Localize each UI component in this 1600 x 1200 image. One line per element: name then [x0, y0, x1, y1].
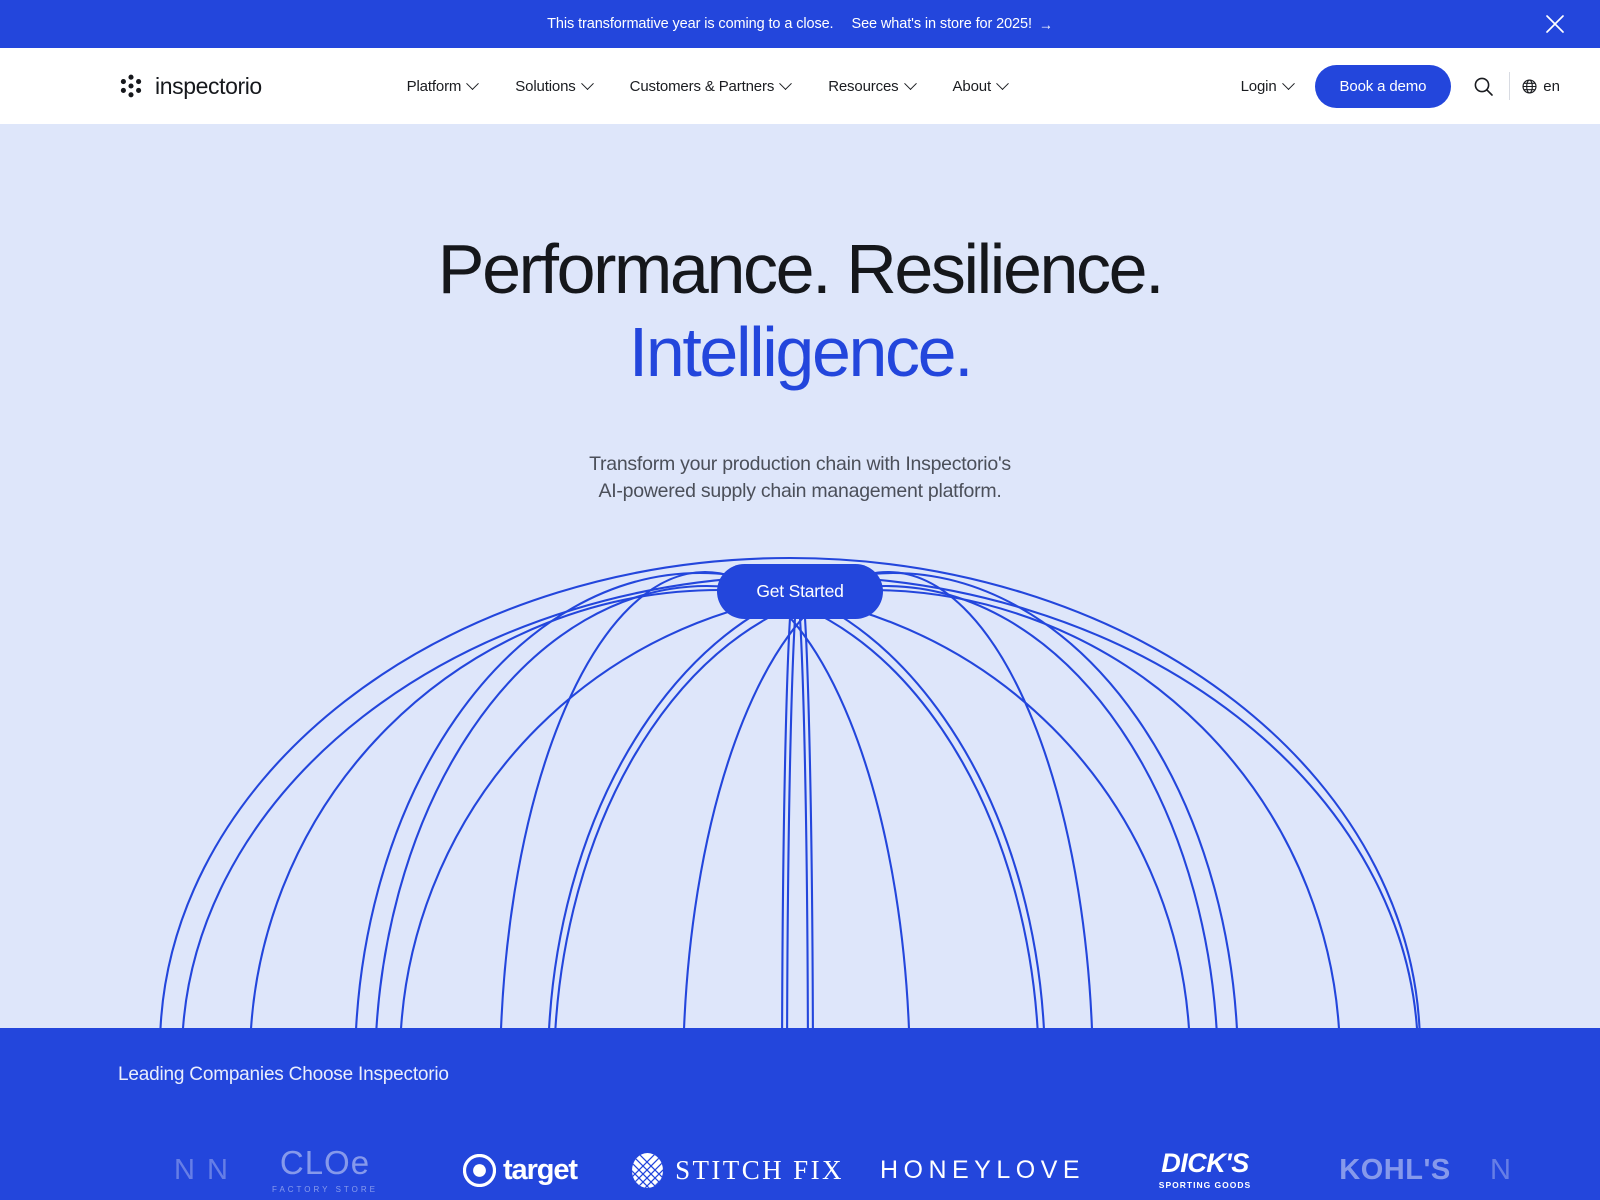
stitch-fix-mark-icon: [632, 1152, 664, 1188]
login-menu[interactable]: Login: [1240, 76, 1295, 95]
honeylove-logo-text: HONEYLOVE: [879, 1155, 1086, 1184]
cloe-logo-text: CLOe: [279, 1144, 371, 1181]
globe-icon: [1522, 78, 1537, 94]
close-icon: [1546, 15, 1564, 33]
client-logo-dicks[interactable]: DICK'S SPORTING GOODS: [1110, 1132, 1300, 1200]
client-logo-partial-right[interactable]: N: [1490, 1132, 1600, 1200]
get-started-button[interactable]: Get Started: [717, 564, 883, 619]
main-navigation: Platform Solutions Customers & Partners …: [379, 76, 1009, 95]
search-button[interactable]: [1461, 64, 1505, 108]
announcement-link[interactable]: See what's in store for 2025! →: [852, 17, 1053, 32]
client-logo-cloe[interactable]: CLOe FACTORY STORE: [230, 1132, 420, 1200]
nav-item-customers-partners[interactable]: Customers & Partners: [629, 76, 793, 95]
kohls-logo-text: KOHL'S: [1339, 1153, 1451, 1186]
cloe-logo-subtext: FACTORY STORE: [272, 1185, 378, 1194]
target-bullseye-icon: [463, 1153, 496, 1187]
announcement-text: This transformative year is coming to a …: [547, 15, 834, 32]
hero-subtitle-line-2: AI-powered supply chain management platf…: [598, 480, 1002, 503]
nav-item-label: Platform: [406, 77, 462, 95]
announcement-banner: This transformative year is coming to a …: [0, 0, 1600, 48]
nav-item-about[interactable]: About: [952, 76, 1009, 95]
dicks-logo-text: DICK'S: [1161, 1148, 1249, 1178]
client-logo-partial-left[interactable]: N N: [0, 1132, 230, 1200]
nav-item-label: Customers & Partners: [629, 77, 775, 95]
clients-section: Leading Companies Choose Inspectorio N N…: [0, 1028, 1600, 1200]
page-title: Performance. Resilience. Intelligence.: [0, 228, 1600, 393]
chevron-down-icon: [1281, 76, 1295, 90]
language-switcher[interactable]: en: [1522, 78, 1560, 95]
target-logo-text: target: [503, 1153, 578, 1186]
hero-title-line-2: Intelligence.: [628, 312, 974, 391]
nav-item-platform[interactable]: Platform: [406, 76, 480, 95]
hero-section: Performance. Resilience. Intelligence. T…: [0, 124, 1600, 1028]
client-logo-stitch-fix[interactable]: STITCH FIX: [620, 1132, 855, 1200]
nav-item-solutions[interactable]: Solutions: [515, 76, 594, 95]
brand-name: inspectorio: [155, 72, 262, 99]
inspectorio-dots-logo-icon: [120, 74, 142, 98]
header-actions: Login Book a demo en: [1241, 64, 1560, 108]
chevron-down-icon: [580, 76, 594, 90]
chevron-down-icon: [903, 76, 917, 90]
dicks-logo-subtext: SPORTING GOODS: [1158, 1180, 1252, 1190]
hero-subtitle: Transform your production chain with Ins…: [0, 451, 1600, 505]
close-banner-button[interactable]: [1540, 9, 1570, 39]
chevron-down-icon: [996, 76, 1009, 90]
nav-item-label: Resources: [828, 77, 899, 95]
nav-item-resources[interactable]: Resources: [828, 76, 917, 95]
chevron-down-icon: [466, 76, 480, 90]
arrow-right-icon: →: [1038, 16, 1053, 33]
client-logo-kohls[interactable]: KOHL'S: [1300, 1132, 1490, 1200]
clients-title: Leading Companies Choose Inspectorio: [118, 1064, 449, 1085]
search-icon: [1474, 77, 1493, 96]
partial-left-logo-text: N N: [174, 1153, 230, 1186]
hero-content: Performance. Resilience. Intelligence. T…: [0, 124, 1600, 619]
chevron-down-icon: [779, 76, 793, 90]
header-divider: [1509, 72, 1511, 100]
partial-right-logo-text: N: [1490, 1153, 1513, 1186]
nav-item-label: Solutions: [515, 77, 576, 95]
language-label: en: [1543, 77, 1560, 95]
site-header: inspectorio Platform Solutions Customers…: [0, 48, 1600, 124]
stitch-fix-logo-text: STITCH FIX: [675, 1154, 844, 1185]
book-a-demo-button[interactable]: Book a demo: [1314, 64, 1452, 108]
client-logo-target[interactable]: target: [420, 1132, 620, 1200]
client-logo-honeylove[interactable]: HONEYLOVE: [855, 1132, 1110, 1200]
nav-item-label: About: [952, 77, 992, 95]
brand-logo-link[interactable]: inspectorio: [118, 73, 262, 100]
login-label: Login: [1240, 77, 1277, 95]
announcement-link-label: See what's in store for 2025!: [851, 15, 1033, 32]
hero-title-line-1: Performance. Resilience.: [437, 230, 1165, 308]
client-logo-carousel[interactable]: N N CLOe FACTORY STORE target STITCH FIX…: [0, 1132, 1600, 1200]
hero-subtitle-line-1: Transform your production chain with Ins…: [589, 453, 1011, 476]
